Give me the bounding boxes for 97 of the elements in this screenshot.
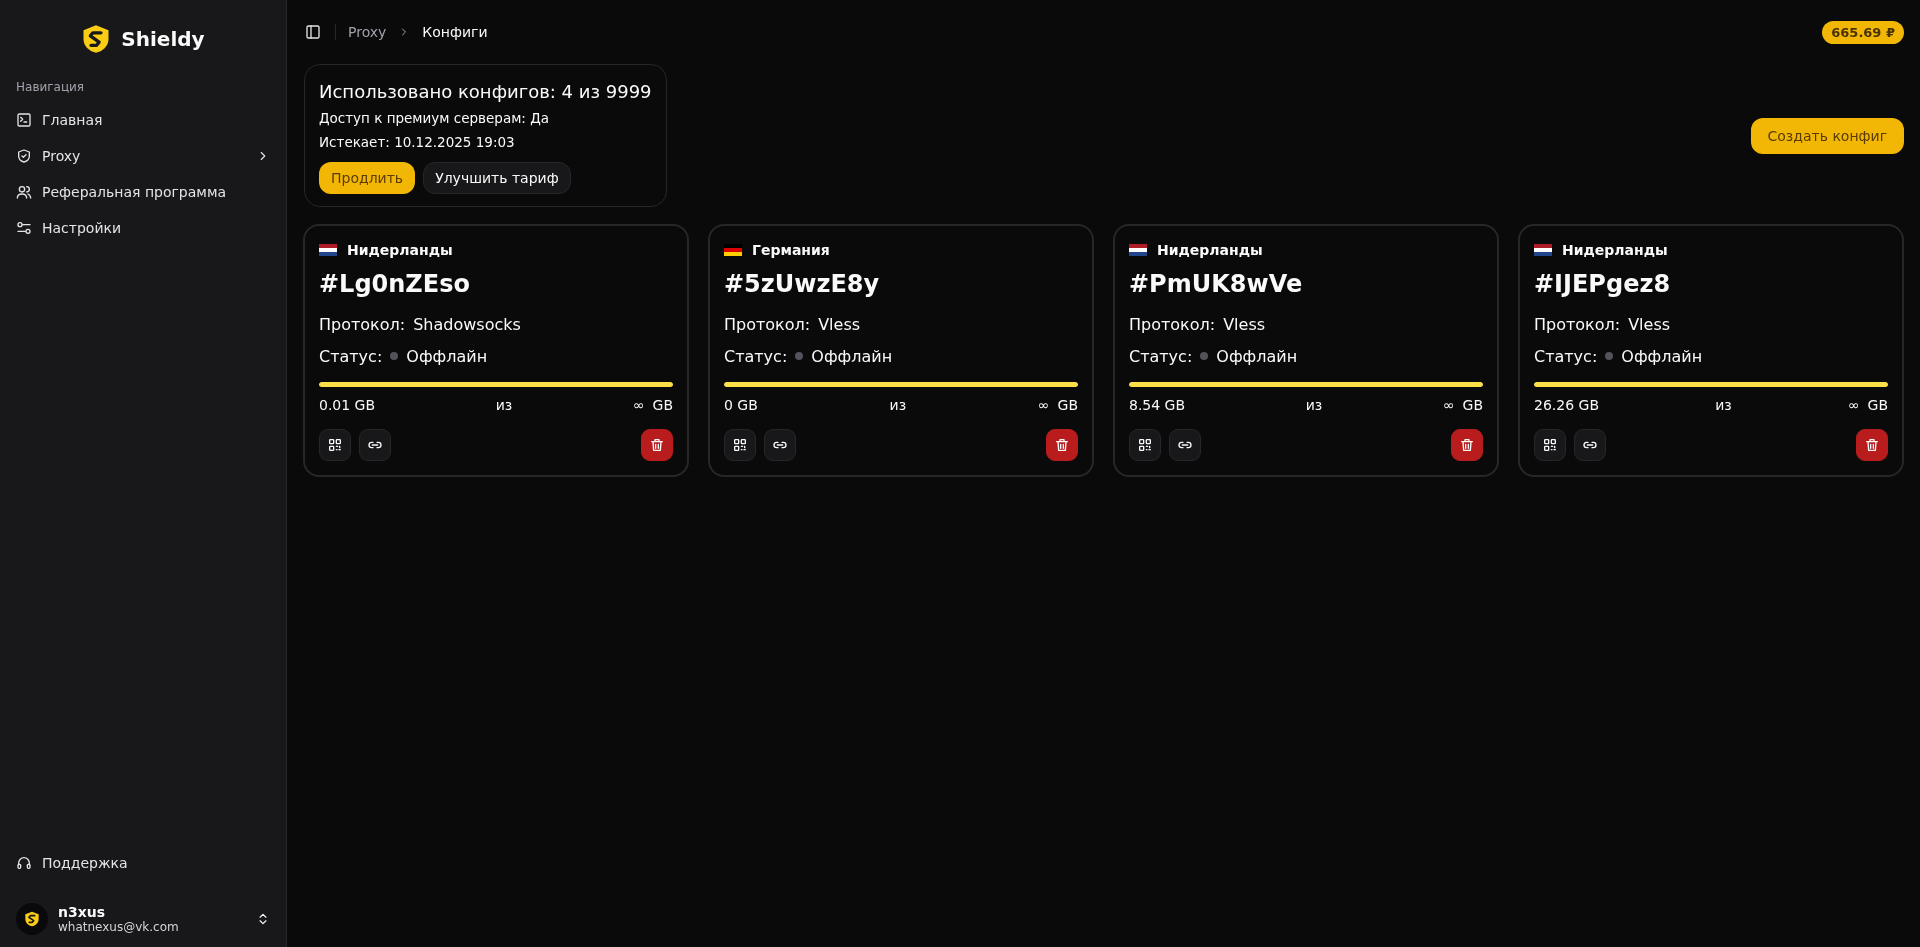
limit-unit: GB [1057, 397, 1078, 413]
users-icon [16, 184, 32, 200]
terminal-icon [16, 112, 32, 128]
sliders-icon [16, 220, 32, 236]
protocol-value: Vless [1223, 314, 1266, 334]
limit-unit: GB [1462, 397, 1483, 413]
used-amount: 0.01 GB [319, 397, 376, 413]
used-amount: 26.26 GB [1534, 397, 1599, 413]
qr-code-button[interactable] [724, 429, 756, 461]
qr-code-button[interactable] [319, 429, 351, 461]
usage-separator: из [1305, 397, 1323, 413]
nav-label: Реферальная программа [42, 184, 227, 200]
breadcrumb-current: Конфиги [422, 24, 488, 40]
summary-title: Использовано конфигов: 4 из 9999 [319, 81, 652, 102]
nav-label: Настройки [42, 220, 122, 236]
link-button[interactable] [359, 429, 391, 461]
upgrade-button[interactable]: Улучшить тариф [423, 162, 571, 194]
nav-item[interactable]: Главная [8, 102, 278, 138]
renew-button[interactable]: Продлить [319, 162, 416, 194]
status-label: Статус: [1534, 346, 1598, 366]
qr-code-icon [1137, 437, 1153, 453]
limit-value: ∞ [1442, 397, 1455, 413]
protocol-value: Vless [1628, 314, 1671, 334]
protocol-label: Протокол: [1129, 314, 1216, 334]
nav-label: Главная [42, 112, 103, 128]
status-value: Оффлайн [1621, 346, 1703, 366]
config-id: #5zUwzE8y [724, 270, 881, 298]
breadcrumb-link[interactable]: Proxy [348, 24, 387, 40]
user-name: n3xus [58, 904, 107, 920]
flag-icon [1534, 244, 1552, 256]
config-id: #IJEPgez8 [1534, 270, 1672, 298]
status-label: Статус: [319, 346, 383, 366]
nav-label: Proxy [42, 148, 81, 164]
config-id: #Lg0nZEso [319, 270, 471, 298]
delete-button[interactable] [1046, 429, 1078, 461]
protocol-label: Протокол: [319, 314, 406, 334]
section-label: Навигация [15, 79, 86, 96]
qr-code-button[interactable] [1129, 429, 1161, 461]
user-menu[interactable]: n3xus whatnexus@vk.com [8, 893, 278, 935]
status-label: Статус: [1129, 346, 1193, 366]
limit-unit: GB [1867, 397, 1888, 413]
status-value: Оффлайн [406, 346, 488, 366]
nav-item[interactable]: Реферальная программа [8, 174, 278, 210]
trash-icon [1864, 437, 1880, 453]
headset-icon [16, 855, 32, 871]
shield-logo-icon [81, 22, 112, 56]
status-value: Оффлайн [811, 346, 893, 366]
summary-text: Доступ к премиум серверам: Да [319, 110, 550, 126]
usage-separator: из [889, 397, 907, 413]
link-button[interactable] [1169, 429, 1201, 461]
usage-separator: из [495, 397, 513, 413]
used-amount: 8.54 GB [1129, 397, 1186, 413]
trash-icon [1459, 437, 1475, 453]
summary-text: Истекает: 10.12.2025 19:03 [319, 134, 516, 150]
nav-label: Поддержка [42, 855, 128, 871]
balance-badge: 665.69 ₽ [1822, 20, 1904, 44]
qr-code-icon [327, 437, 343, 453]
sidebar-toggle-button[interactable] [303, 22, 323, 42]
nav-item[interactable]: Proxy [8, 138, 278, 174]
usage-separator: из [1715, 397, 1732, 413]
limit-value: ∞ [1037, 397, 1050, 413]
status-value: Оффлайн [1216, 346, 1298, 366]
qr-code-icon [1542, 437, 1558, 453]
nav-item[interactable]: Настройки [8, 210, 278, 246]
limit-unit: GB [652, 397, 673, 413]
delete-button[interactable] [1451, 429, 1483, 461]
shield-logo-icon [24, 910, 40, 928]
qr-code-icon [732, 437, 748, 453]
delete-button[interactable] [641, 429, 673, 461]
trash-icon [1054, 437, 1070, 453]
limit-value: ∞ [632, 397, 645, 413]
protocol-value: Shadowsocks [413, 314, 521, 334]
qr-code-button[interactable] [1534, 429, 1566, 461]
link-button[interactable] [764, 429, 796, 461]
delete-button[interactable] [1856, 429, 1888, 461]
used-amount: 0 GB [724, 397, 758, 413]
protocol-label: Протокол: [1534, 314, 1621, 334]
flag-icon [1129, 244, 1147, 256]
nav-item[interactable]: Поддержка [8, 845, 278, 881]
flag-icon [319, 244, 337, 256]
status-label: Статус: [724, 346, 788, 366]
country-name: Нидерланды [1157, 242, 1263, 258]
protocol-value: Vless [818, 314, 861, 334]
panel-icon [305, 24, 321, 40]
country-name: Германия [752, 242, 830, 258]
trash-icon [649, 437, 665, 453]
country-name: Нидерланды [347, 242, 453, 258]
config-id: #PmUK8wVe [1129, 270, 1304, 298]
country-name: Нидерланды [1562, 242, 1668, 258]
link-button[interactable] [1574, 429, 1606, 461]
shield-check-icon [16, 148, 32, 164]
flag-icon [724, 244, 742, 256]
create-config-button[interactable]: Создать конфиг [1750, 117, 1904, 154]
limit-value: ∞ [1847, 397, 1860, 413]
brand-name: Shieldy [121, 27, 205, 51]
protocol-label: Протокол: [724, 314, 811, 334]
user-email: whatnexus@vk.com [58, 920, 179, 934]
